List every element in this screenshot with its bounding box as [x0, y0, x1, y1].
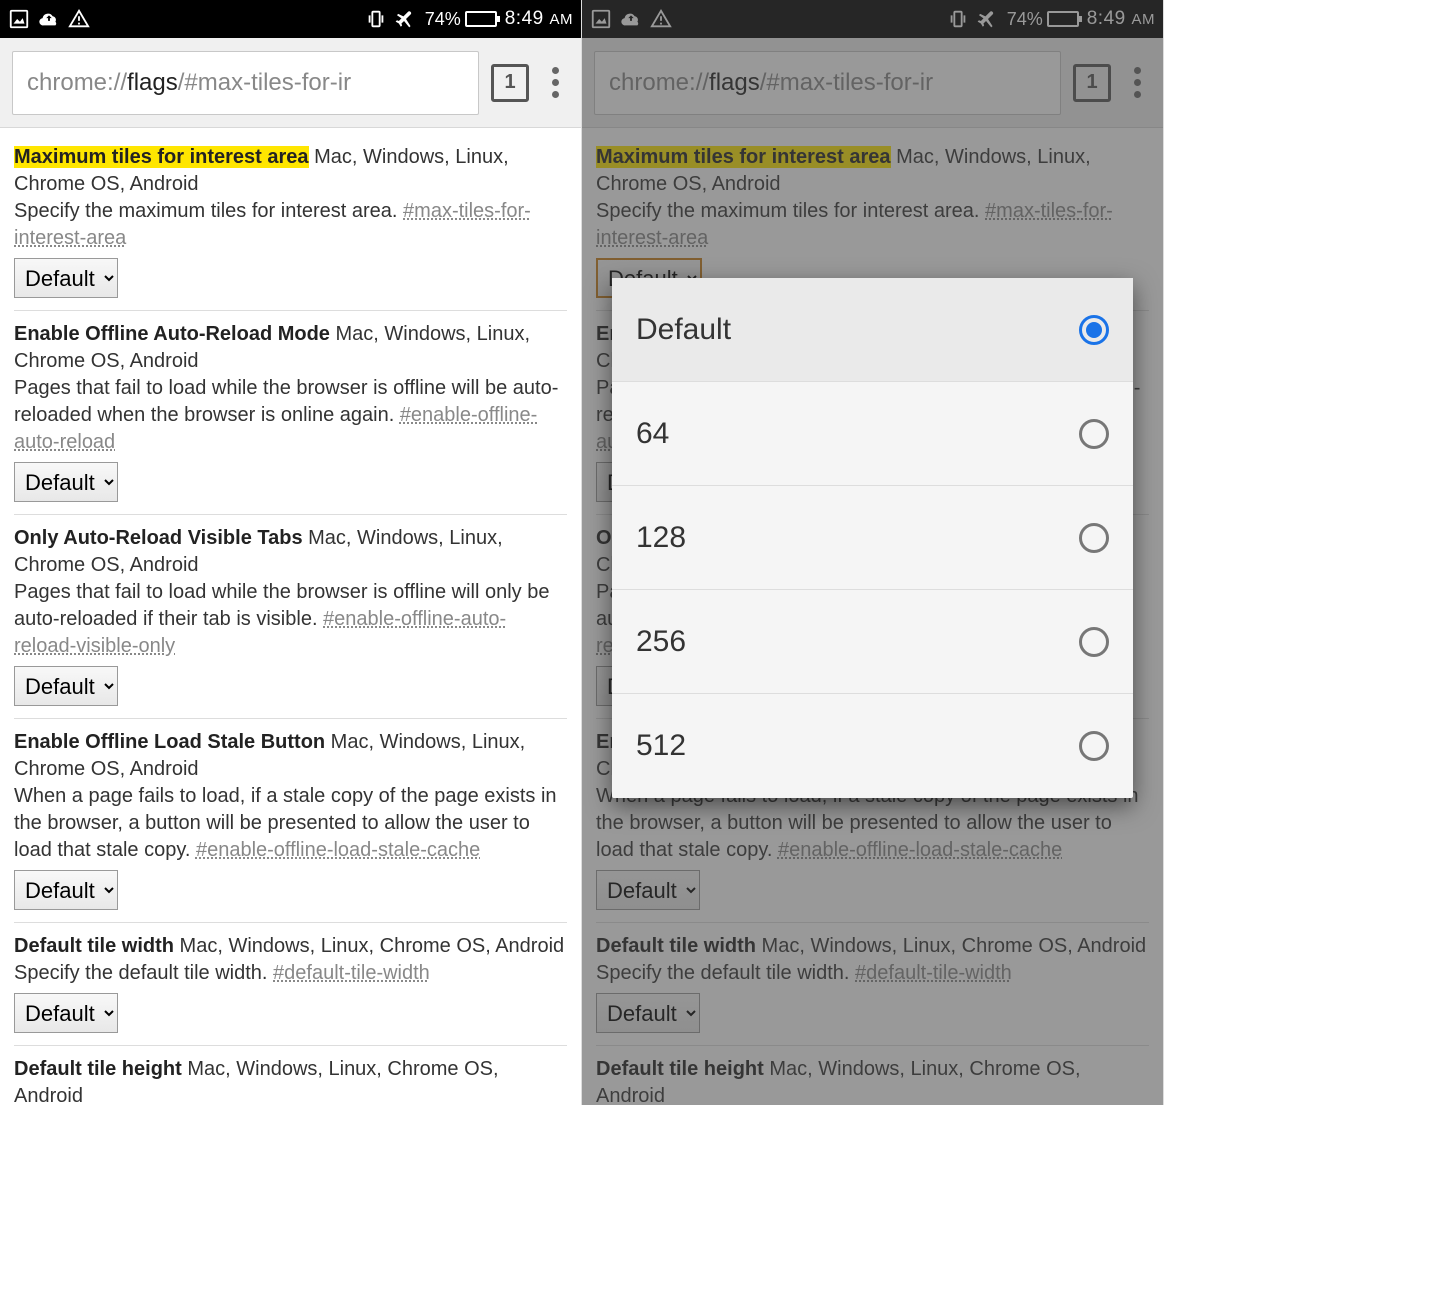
- screen-left: 74% 8:49 AM chrome://flags/#max-tiles-fo…: [0, 0, 582, 1105]
- menu-button[interactable]: [541, 67, 569, 98]
- tab-switcher-button[interactable]: 1: [491, 64, 529, 102]
- flag-select[interactable]: Default: [14, 258, 118, 298]
- warning-icon: [68, 8, 90, 30]
- airplane-icon: [395, 8, 417, 30]
- flag-select[interactable]: Default: [14, 666, 118, 706]
- picture-icon: [8, 8, 30, 30]
- battery-percent: 74%: [425, 9, 461, 30]
- dropdown-option-label: 64: [636, 417, 669, 451]
- dropdown-option[interactable]: 256: [612, 590, 1133, 694]
- flag-title: Enable Offline Load Stale Button: [14, 731, 325, 753]
- url-bar[interactable]: chrome://flags/#max-tiles-for-ir: [12, 51, 479, 115]
- radio-icon: [1079, 419, 1109, 449]
- dropdown-option[interactable]: 128: [612, 486, 1133, 590]
- flag-title: Maximum tiles for interest area: [14, 146, 309, 168]
- status-time: 8:49 AM: [505, 8, 573, 30]
- flag-description: Specify the default tile width.: [14, 962, 273, 984]
- dropdown-option-label: 512: [636, 729, 686, 763]
- flag-item: Enable Offline Load Stale Button Mac, Wi…: [14, 719, 567, 923]
- flag-item: Default tile height Mac, Windows, Linux,…: [14, 1046, 567, 1105]
- flag-item: Default tile width Mac, Windows, Linux, …: [14, 923, 567, 1046]
- vibrate-icon: [365, 8, 387, 30]
- browser-toolbar: chrome://flags/#max-tiles-for-ir 1: [0, 38, 581, 128]
- radio-icon: [1079, 627, 1109, 657]
- radio-icon: [1079, 315, 1109, 345]
- flag-item: Enable Offline Auto-Reload Mode Mac, Win…: [14, 311, 567, 515]
- dropdown-option-label: 256: [636, 625, 686, 659]
- flag-anchor-link[interactable]: #default-tile-width: [273, 962, 430, 984]
- flag-anchor-link[interactable]: #enable-offline-load-stale-cache: [196, 839, 480, 861]
- dropdown-dialog: Default 64 128 256 512: [612, 278, 1133, 798]
- dropdown-option[interactable]: 512: [612, 694, 1133, 798]
- flag-title: Only Auto-Reload Visible Tabs: [14, 527, 303, 549]
- flag-title: Enable Offline Auto-Reload Mode: [14, 323, 330, 345]
- status-bar: 74% 8:49 AM: [0, 0, 581, 38]
- flag-title: Default tile height: [14, 1058, 182, 1080]
- flag-item: Only Auto-Reload Visible Tabs Mac, Windo…: [14, 515, 567, 719]
- dropdown-option-label: Default: [636, 313, 731, 347]
- flag-select[interactable]: Default: [14, 870, 118, 910]
- flag-item: Maximum tiles for interest area Mac, Win…: [14, 138, 567, 311]
- flag-platforms: Mac, Windows, Linux, Chrome OS, Android: [174, 935, 564, 957]
- battery-icon: [465, 11, 497, 27]
- screen-right: 74% 8:49 AM chrome://flags/#max-tiles-fo…: [582, 0, 1164, 1105]
- flag-select[interactable]: Default: [14, 462, 118, 502]
- radio-icon: [1079, 523, 1109, 553]
- dropdown-option[interactable]: 64: [612, 382, 1133, 486]
- radio-icon: [1079, 731, 1109, 761]
- dropdown-option-label: 128: [636, 521, 686, 555]
- dropdown-option[interactable]: Default: [612, 278, 1133, 382]
- flag-title: Default tile width: [14, 935, 174, 957]
- flags-list: Maximum tiles for interest area Mac, Win…: [0, 128, 581, 1105]
- flag-description: Specify the maximum tiles for interest a…: [14, 200, 403, 222]
- cloud-upload-icon: [38, 8, 60, 30]
- flag-select[interactable]: Default: [14, 993, 118, 1033]
